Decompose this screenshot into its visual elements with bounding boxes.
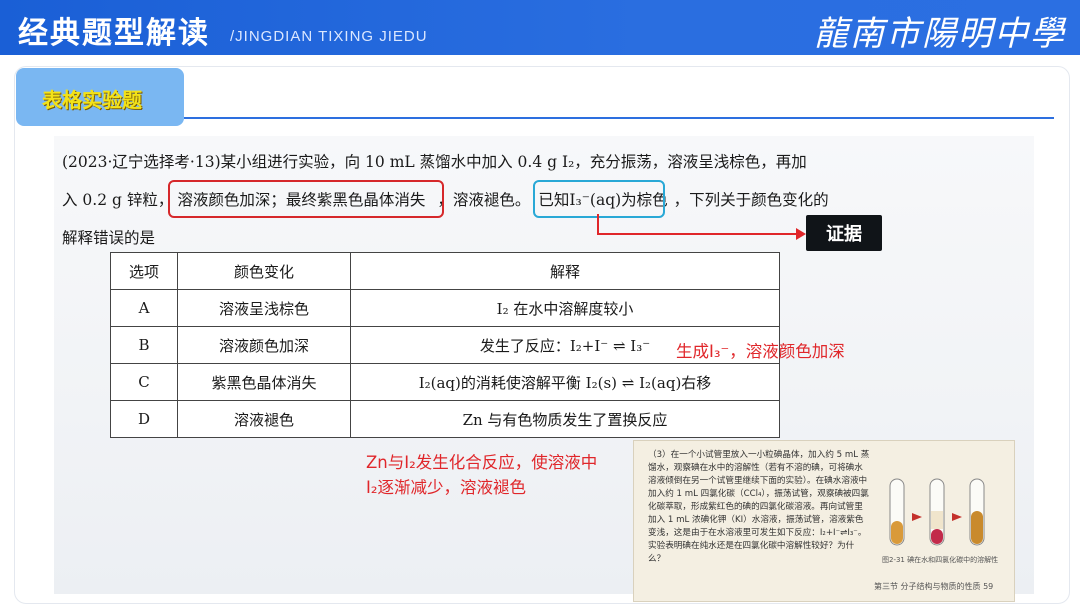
evidence-arrow: [597, 214, 806, 240]
question-line-1: (2023·辽宁选择考·13)某小组进行实验，向 10 mL 蒸馏水中加入 0.…: [62, 153, 807, 171]
table-cell: 溶液褪色: [177, 400, 351, 438]
table-cell: 溶液颜色加深: [177, 326, 351, 364]
table-cell: A: [110, 289, 178, 327]
table-cell: C: [110, 363, 178, 401]
table-header-color-change: 颜色变化: [177, 252, 351, 290]
annotation-option-b: 生成I₃⁻，溶液颜色加深: [676, 342, 845, 361]
table-cell: I₂(aq)的消耗使溶解平衡 I₂(s) ⇌ I₂(aq)右移: [350, 363, 780, 401]
table-cell: 紫黑色晶体消失: [177, 363, 351, 401]
question-line-2-c: ，溶液褪色。: [437, 191, 531, 209]
table-header-explanation: 解释: [350, 252, 780, 290]
evidence-label: 证据: [826, 224, 862, 245]
header-bar: 经典题型解读 /JINGDIAN TIXING JIEDU 龍南市陽明中學: [0, 0, 1080, 55]
table-cell: 溶液呈浅棕色: [177, 289, 351, 327]
section-divider: [184, 117, 1054, 119]
question-line-2-a: 入 0.2 g 锌粒，: [62, 191, 174, 209]
school-logo-text: 龍南市陽明中學: [814, 14, 1066, 54]
table-cell: I₂ 在水中溶解度较小: [350, 289, 780, 327]
table-row: C 紫黑色晶体消失 I₂(aq)的消耗使溶解平衡 I₂(s) ⇌ I₂(aq)右…: [110, 363, 780, 401]
table-cell: Zn 与有色物质发生了置换反应: [350, 400, 780, 438]
table-header-option: 选项: [110, 252, 178, 290]
test-tubes-figure: [889, 478, 985, 546]
red-highlight-box: [168, 180, 444, 218]
annotation-option-d-line1: Zn与I₂发生化合反应，使溶液中: [366, 453, 598, 472]
question-line-3: 解释错误的是: [62, 229, 156, 247]
table-cell: B: [110, 326, 178, 364]
page-title: 经典题型解读: [18, 16, 210, 51]
section-tag: 表格实验题: [16, 68, 184, 126]
textbook-footer: 第三节 分子结构与物质的性质 59: [874, 582, 994, 591]
figure-caption: 图2-31 碘在水和四氯化碳中的溶解性: [882, 556, 999, 564]
evidence-label-box: 证据: [806, 215, 882, 251]
annotation-option-d: Zn与I₂发生化合反应，使溶液中 I₂逐渐减少，溶液褪色: [366, 450, 597, 500]
table-row: D 溶液褪色 Zn 与有色物质发生了置换反应: [110, 400, 780, 438]
table-cell: D: [110, 400, 178, 438]
annotation-option-d-line2: I₂逐渐减少，溶液褪色: [366, 478, 526, 497]
table-row: A 溶液呈浅棕色 I₂ 在水中溶解度较小: [110, 289, 780, 327]
textbook-paragraph: （3）在一个小试管里放入一小粒碘晶体，加入约 5 mL 蒸馏水，观察碘在水中的溶…: [648, 450, 870, 564]
section-tag-label: 表格实验题: [42, 88, 142, 112]
question-line-2-e: ，下列关于颜色变化的: [673, 191, 829, 209]
page-subtitle: /JINGDIAN TIXING JIEDU: [230, 28, 428, 45]
table-header-row: 选项 颜色变化 解释: [110, 252, 780, 290]
textbook-excerpt: （3）在一个小试管里放入一小粒碘晶体，加入约 5 mL 蒸馏水，观察碘在水中的溶…: [633, 440, 1015, 602]
